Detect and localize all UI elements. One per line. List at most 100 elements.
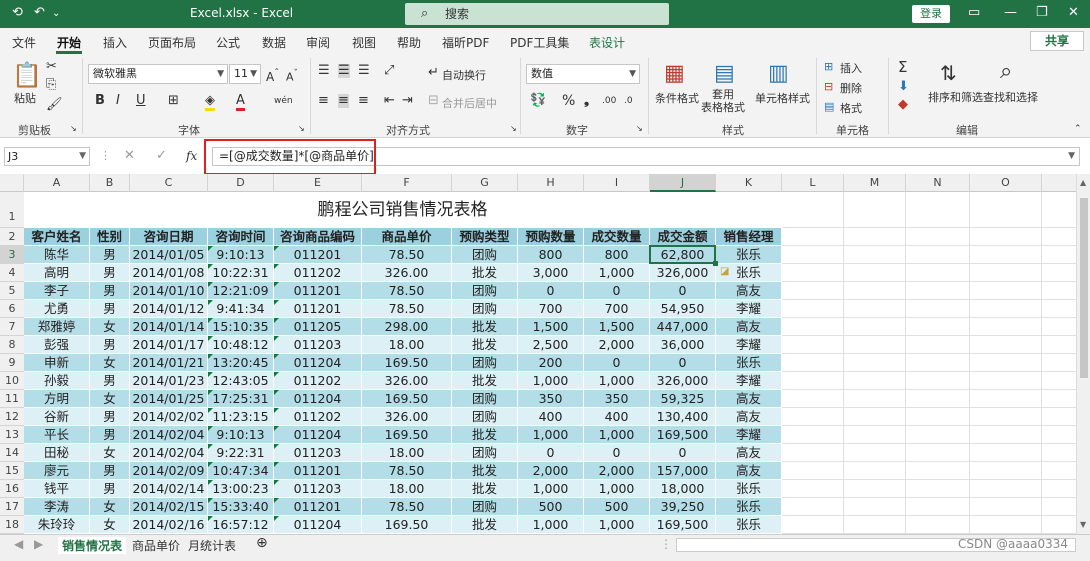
tab-home[interactable]: 开始 (57, 34, 81, 51)
table-cell[interactable]: 011204 (274, 354, 362, 372)
row-header-14[interactable]: 14 (0, 444, 24, 462)
table-cell[interactable]: 130,400 (650, 408, 716, 426)
table-cell[interactable]: 12:43:05 (208, 372, 274, 390)
sort-filter-button[interactable]: 排序和筛选 (928, 89, 983, 105)
wrap-text-button[interactable]: 自动换行 (442, 67, 486, 83)
table-cell[interactable]: 700 (518, 300, 584, 318)
table-cell[interactable]: 157,000 (650, 462, 716, 480)
prev-sheet-icon[interactable]: ◀ (14, 537, 23, 551)
table-cell[interactable]: 1,000 (584, 516, 650, 534)
table-cell[interactable]: 1,000 (584, 480, 650, 498)
clear-icon[interactable]: ◆ (898, 98, 908, 112)
table-cell[interactable]: 李耀 (716, 426, 782, 444)
table-cell[interactable]: 2,000 (584, 462, 650, 480)
table-cell[interactable]: 男 (90, 372, 130, 390)
table-cell[interactable]: 011205 (274, 318, 362, 336)
expand-formula-icon[interactable]: ▼ (1068, 148, 1075, 165)
row-header-1[interactable]: 1 (0, 192, 24, 228)
table-cell[interactable]: 女 (90, 390, 130, 408)
table-cell[interactable]: 2014/01/25 (130, 390, 208, 408)
table-cell[interactable]: 团购 (452, 354, 518, 372)
table-cell[interactable]: 团购 (452, 498, 518, 516)
table-cell[interactable]: 团购 (452, 300, 518, 318)
table-cell[interactable]: 011203 (274, 444, 362, 462)
table-cell[interactable]: 011203 (274, 336, 362, 354)
table-cell[interactable]: 钱平 (24, 480, 90, 498)
table-cell[interactable]: 169.50 (362, 390, 452, 408)
column-title[interactable]: 性别 (90, 228, 130, 246)
table-cell[interactable]: 2014/02/04 (130, 426, 208, 444)
paste-label[interactable]: 粘贴 (14, 90, 36, 106)
next-sheet-icon[interactable]: ▶ (34, 537, 43, 551)
column-title[interactable]: 咨询商品编码 (274, 228, 362, 246)
align-bottom-icon[interactable]: ☰ (358, 64, 370, 78)
fill-icon[interactable]: ⬇ (898, 80, 909, 94)
table-cell[interactable]: 011204 (274, 390, 362, 408)
table-cell[interactable]: 李耀 (716, 300, 782, 318)
font-size-dropdown[interactable]: 11 ▼ (229, 64, 261, 84)
insert-cells-button[interactable]: 插入 (840, 60, 862, 76)
table-cell[interactable]: 1,000 (518, 480, 584, 498)
table-cell[interactable]: 78.50 (362, 498, 452, 516)
increase-indent-icon[interactable]: ⇥ (402, 94, 413, 108)
table-cell[interactable]: 方明 (24, 390, 90, 408)
column-header-n[interactable]: N (906, 174, 970, 192)
table-cell[interactable]: 78.50 (362, 282, 452, 300)
table-cell[interactable]: 张乐 (716, 354, 782, 372)
tab-page-layout[interactable]: 页面布局 (148, 34, 196, 51)
row-header-3[interactable]: 3 (0, 246, 24, 264)
column-header-d[interactable]: D (208, 174, 274, 192)
table-cell[interactable]: 1,500 (518, 318, 584, 336)
row-header-2[interactable]: 2 (0, 228, 24, 246)
scrollbar-thumb[interactable] (1080, 198, 1088, 378)
column-title[interactable]: 成交金额 (650, 228, 716, 246)
table-cell[interactable]: 批发 (452, 480, 518, 498)
table-cell[interactable]: 447,000 (650, 318, 716, 336)
comma-style-icon[interactable]: ❟ (584, 94, 589, 108)
worksheet-grid[interactable]: 鹏程公司销售情况表格 客户姓名 性别 咨询日期 咨询时间 咨询商品编码 商品单价 预购类型 预购… (24, 192, 1076, 534)
column-title[interactable]: 预购数量 (518, 228, 584, 246)
table-cell[interactable]: 011204 (274, 516, 362, 534)
table-cell[interactable]: 10:47:34 (208, 462, 274, 480)
sheet-title[interactable]: 鹏程公司销售情况表格 (24, 192, 782, 228)
column-title[interactable]: 客户姓名 (24, 228, 90, 246)
table-cell[interactable]: 13:00:23 (208, 480, 274, 498)
table-cell[interactable]: 男 (90, 462, 130, 480)
table-cell[interactable]: 1,000 (518, 426, 584, 444)
table-cell[interactable]: 326.00 (362, 264, 452, 282)
table-cell[interactable]: 1,000 (518, 372, 584, 390)
column-title[interactable]: 咨询日期 (130, 228, 208, 246)
table-cell[interactable]: 78.50 (362, 246, 452, 264)
column-header-l[interactable]: L (782, 174, 844, 192)
table-cell[interactable]: 011201 (274, 462, 362, 480)
font-color-icon[interactable]: A (236, 94, 245, 111)
table-cell[interactable]: 2,000 (584, 336, 650, 354)
format-as-table-icon[interactable]: ▤ (714, 62, 735, 86)
row-header-15[interactable]: 15 (0, 462, 24, 480)
table-cell[interactable]: 78.50 (362, 462, 452, 480)
tab-foxit-pdf[interactable]: 福昕PDF (442, 34, 489, 51)
table-cell[interactable]: 彭强 (24, 336, 90, 354)
table-cell[interactable]: 500 (518, 498, 584, 516)
sheet-tab-prices[interactable]: 商品单价 (132, 537, 180, 554)
table-cell[interactable]: 326,000 (650, 264, 716, 282)
table-cell[interactable]: 011203 (274, 480, 362, 498)
phonetic-icon[interactable]: wén (274, 94, 293, 108)
autocorrect-options-icon[interactable]: ◪ (720, 266, 729, 277)
table-cell[interactable]: 2014/02/14 (130, 480, 208, 498)
table-cell[interactable]: 女 (90, 516, 130, 534)
format-painter-icon[interactable]: 🖌 (46, 98, 63, 112)
close-icon[interactable]: ✕ (1068, 5, 1079, 20)
alignment-launcher-icon[interactable]: ↘ (510, 122, 517, 136)
table-cell[interactable]: 2014/01/10 (130, 282, 208, 300)
column-title[interactable]: 咨询时间 (208, 228, 274, 246)
table-cell[interactable]: 011201 (274, 246, 362, 264)
table-cell[interactable]: 郑雅婷 (24, 318, 90, 336)
column-header-m[interactable]: M (844, 174, 906, 192)
table-cell[interactable]: 团购 (452, 408, 518, 426)
table-cell[interactable]: 2,500 (518, 336, 584, 354)
tab-review[interactable]: 审阅 (306, 34, 330, 51)
table-cell[interactable]: 9:22:31 (208, 444, 274, 462)
table-cell[interactable]: 2,000 (518, 462, 584, 480)
column-header-a[interactable]: A (24, 174, 90, 192)
